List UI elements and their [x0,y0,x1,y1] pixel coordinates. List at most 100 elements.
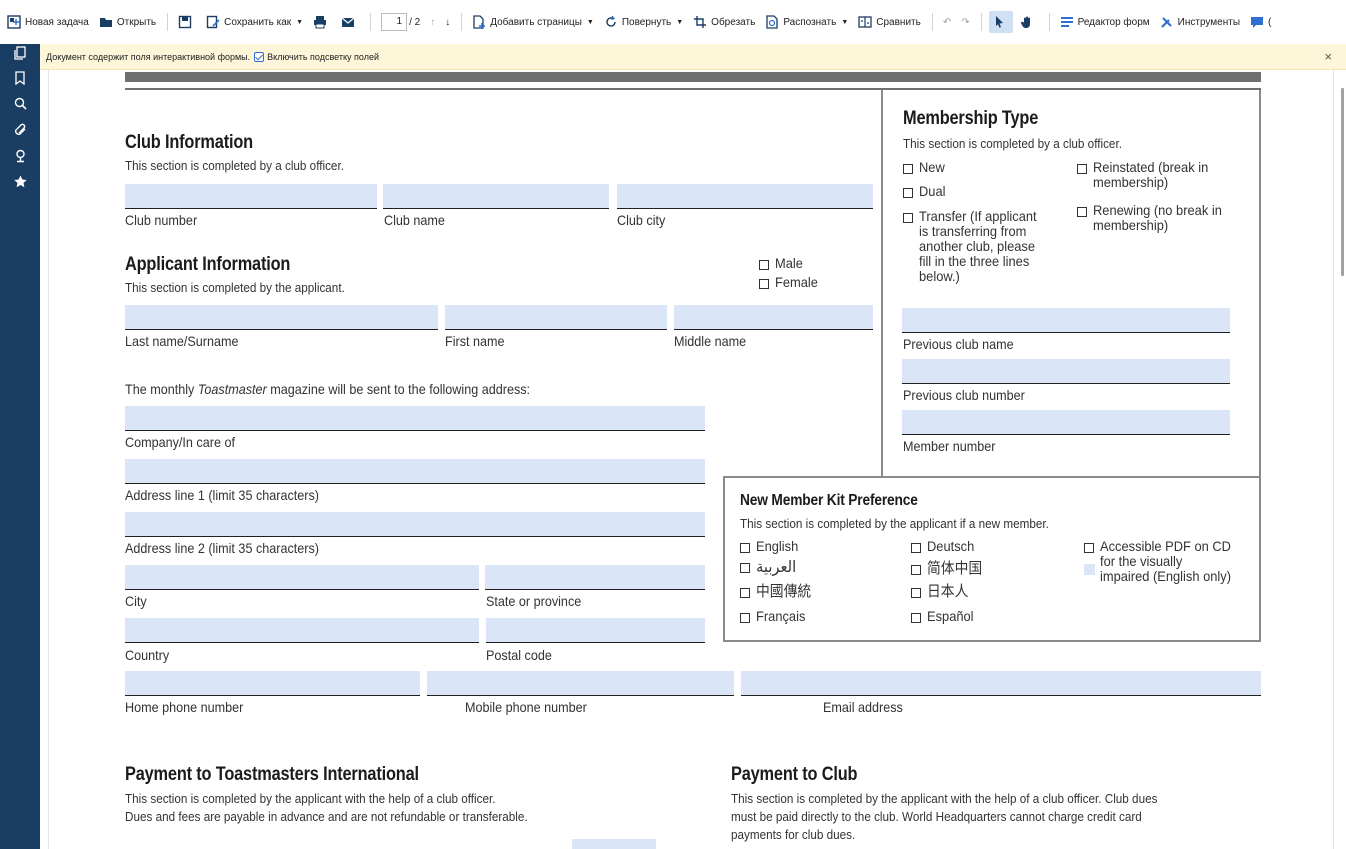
middle-name-field[interactable] [674,305,873,330]
vertical-scrollbar[interactable] [1341,88,1344,276]
last-name-field[interactable] [125,305,438,330]
company-label: Company/In care of [125,434,235,450]
kit-accessible-field[interactable] [1084,564,1095,575]
transfer-line-5: below.) [919,268,960,284]
kit-chinese-simplified-checkbox[interactable] [911,565,921,575]
membership-new-option[interactable]: New [903,160,947,175]
country-field[interactable] [125,618,479,643]
toolbar-separator [461,13,463,31]
kit-chinese-traditional-option[interactable]: 中國傳統 [740,584,816,599]
female-checkbox[interactable] [759,279,769,289]
highlight-fields-checkbox[interactable] [254,51,265,62]
save-button[interactable] [175,11,199,33]
member-number-field[interactable] [902,410,1230,435]
pages-icon[interactable] [0,44,40,70]
kit-spanish-option[interactable]: Español [911,609,978,624]
kit-arabic-checkbox[interactable] [740,563,750,573]
female-option[interactable]: Female [759,275,822,290]
home-phone-field[interactable] [125,671,420,696]
attachment-icon[interactable] [0,122,40,148]
mobile-phone-label: Mobile phone number [465,699,587,715]
kit-chinese-simplified-option[interactable]: 简体中国 [911,561,987,576]
kit-french-option[interactable]: Français [740,609,810,624]
club-name-field[interactable] [383,184,609,209]
email-field[interactable] [741,671,1261,696]
address-line-2-field[interactable] [125,512,705,537]
signature-icon[interactable] [0,148,40,174]
new-task-button[interactable]: Новая задача [4,11,92,33]
membership-dual-option[interactable]: Dual [903,184,948,199]
membership-reinstated-checkbox[interactable] [1077,164,1087,174]
bookmark-icon[interactable] [0,70,40,96]
tools-button[interactable]: Инструменты [1157,11,1243,33]
membership-transfer-option[interactable]: Transfer (If applicant is transferring f… [903,209,1047,284]
kit-accessible-pdf-checkbox[interactable] [1084,543,1094,553]
compare-button[interactable]: Сравнить [855,11,924,33]
chevron-down-icon: ▼ [841,18,849,26]
envelope-icon [341,15,355,29]
highlight-fields-label[interactable]: Включить подсветку полей [267,52,379,62]
compare-label: Сравнить [876,16,921,28]
male-checkbox[interactable] [759,260,769,270]
page-number-input[interactable]: 1 [381,13,408,31]
prev-page-button[interactable]: ↑ [427,11,438,33]
postal-code-field[interactable] [486,618,705,643]
recognize-button[interactable]: Распознать ▼ [762,11,851,33]
mobile-phone-field[interactable] [427,671,734,696]
membership-renewing-option[interactable]: Renewing (no break in membership) [1077,203,1233,233]
membership-reinstated-option[interactable]: Reinstated (break in membership) [1077,160,1218,190]
club-number-field[interactable] [125,184,377,209]
kit-english-checkbox[interactable] [740,543,750,553]
next-page-button[interactable]: ↓ [442,11,453,33]
payment-ti-field[interactable] [572,839,656,849]
comments-label: ( [1268,16,1272,28]
search-icon[interactable] [0,96,40,122]
accessible-line-2: for the visually [1100,553,1183,569]
comments-button[interactable]: ( [1247,11,1274,33]
transfer-line-3: another club, please [919,238,1036,254]
form-editor-button[interactable]: Редактор форм [1057,11,1153,33]
save-as-button[interactable]: Сохранить как ▼ [203,11,306,33]
kit-german-checkbox[interactable] [911,543,921,553]
crop-button[interactable]: Обрезать [690,11,758,33]
city-field[interactable] [125,565,479,590]
chevron-down-icon: ▼ [676,18,684,26]
star-icon[interactable] [0,174,40,200]
print-button[interactable] [310,11,334,33]
rotate-label: Повернуть [621,16,672,28]
page-number-control[interactable]: 1 / 2 [378,11,423,33]
male-option[interactable]: Male [759,256,805,271]
membership-new-checkbox[interactable] [903,164,913,174]
previous-club-number-field[interactable] [902,359,1230,384]
kit-accessible-pdf-option[interactable]: Accessible PDF on CD for the visually im… [1084,539,1242,584]
membership-renewing-checkbox[interactable] [1077,207,1087,217]
kit-german-option[interactable]: Deutsch [911,539,978,554]
hand-tool-button[interactable] [1017,11,1041,33]
state-field[interactable] [485,565,705,590]
membership-renewing-label: Renewing (no break in membership) [1093,203,1222,233]
reinstated-line-1: Reinstated (break in [1093,159,1209,175]
select-tool-button[interactable] [988,11,1013,33]
kit-french-checkbox[interactable] [740,613,750,623]
kit-arabic-option[interactable]: العربية [740,559,800,575]
membership-dual-checkbox[interactable] [903,188,913,198]
kit-chinese-traditional-checkbox[interactable] [740,588,750,598]
kit-english-option[interactable]: English [740,539,802,554]
club-city-field[interactable] [617,184,873,209]
rotate-button[interactable]: Повернуть ▼ [601,11,686,33]
previous-club-name-field[interactable] [902,308,1230,333]
add-pages-button[interactable]: Добавить страницы ▼ [469,11,597,33]
membership-type-heading: Membership Type [903,108,1039,129]
email-button[interactable] [338,11,362,33]
membership-transfer-checkbox[interactable] [903,213,913,223]
undo-button[interactable]: ↶ [940,11,954,33]
open-button[interactable]: Открыть [96,11,159,33]
first-name-field[interactable] [445,305,667,330]
kit-japanese-checkbox[interactable] [911,588,921,598]
address-line-1-field[interactable] [125,459,705,484]
redo-button[interactable]: ↷ [958,11,972,33]
kit-spanish-checkbox[interactable] [911,613,921,623]
company-field[interactable] [125,406,705,431]
close-icon[interactable]: × [1324,49,1332,64]
kit-japanese-option[interactable]: 日本人 [911,584,972,599]
